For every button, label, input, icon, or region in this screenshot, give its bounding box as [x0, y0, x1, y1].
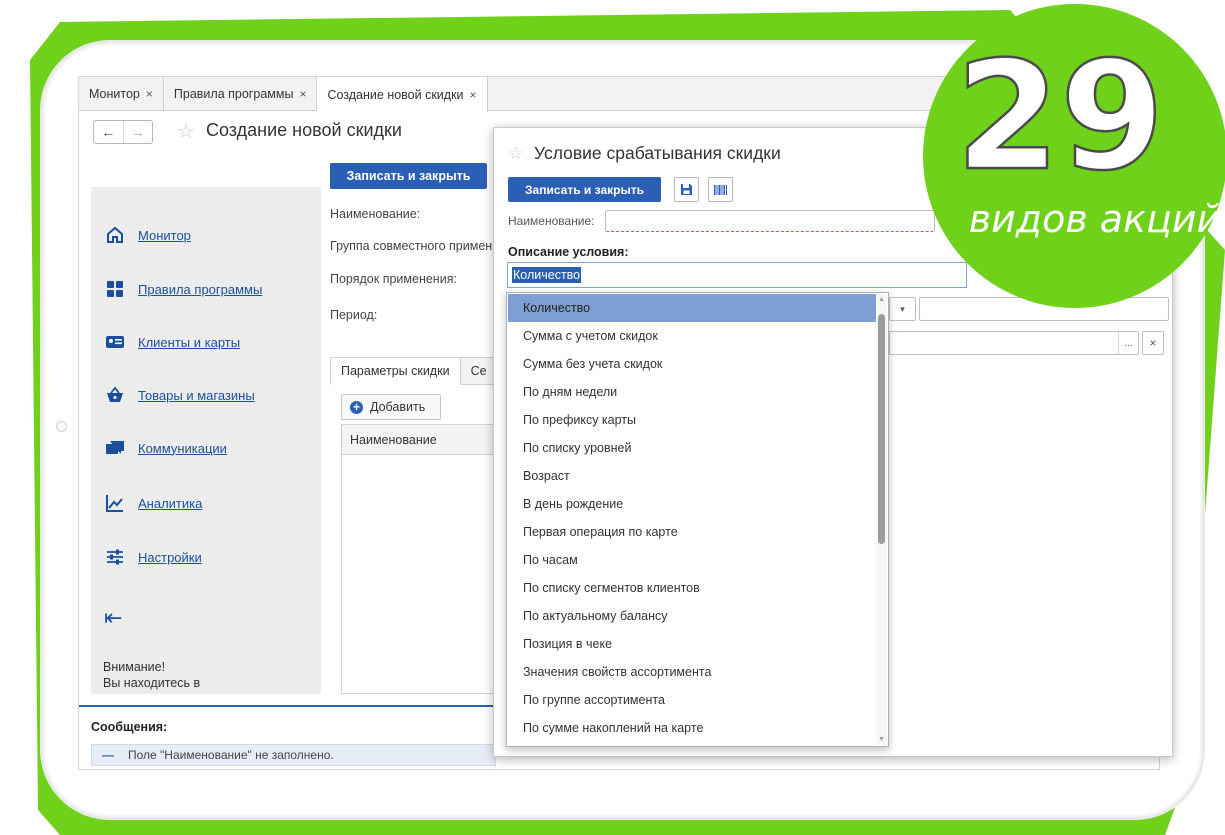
- list-item[interactable]: По группе ассортимента: [508, 686, 877, 714]
- sidebar-item-clients[interactable]: Клиенты и карты: [105, 332, 240, 352]
- badge-caption: видов акций: [969, 197, 1222, 241]
- promo-badge: 29 видов акций: [923, 4, 1225, 308]
- list-item[interactable]: По сумме накоплений на карте: [508, 714, 877, 742]
- condition-combo[interactable]: Количество: [507, 262, 967, 288]
- select-input[interactable]: ...: [889, 331, 1139, 355]
- collapse-sidebar-icon[interactable]: ⇤: [104, 605, 122, 631]
- scroll-down-icon[interactable]: ▼: [877, 736, 886, 743]
- dialog-save-close-button[interactable]: Записать и закрыть: [508, 177, 661, 202]
- dropdown-arrow-button[interactable]: ▾: [889, 297, 916, 321]
- list-item[interactable]: По часам: [508, 546, 877, 574]
- form-tabs: Параметры скидки Се: [330, 357, 498, 385]
- grid-icon: [107, 281, 123, 297]
- list-item[interactable]: В день рождение: [508, 490, 877, 518]
- dialog-name-label: Наименование:: [508, 214, 595, 228]
- field-label-period: Период:: [330, 308, 378, 322]
- sidebar-item-monitor[interactable]: Монитор: [105, 225, 191, 245]
- list-item[interactable]: Сумма без учета скидок: [508, 350, 877, 378]
- ellipsis-button[interactable]: ...: [1118, 332, 1138, 354]
- conditions-table: Наименование: [341, 424, 501, 694]
- dash-icon: —: [102, 748, 114, 762]
- close-icon[interactable]: ×: [299, 87, 306, 101]
- scrollbar-thumb[interactable]: [878, 314, 885, 544]
- field-label-order: Порядок применения:: [330, 272, 457, 286]
- sidebar-item-settings[interactable]: Настройки: [105, 547, 202, 567]
- warning-text: Внимание! Вы находитесь в: [103, 660, 201, 690]
- dialog-name-input[interactable]: [605, 210, 935, 232]
- plus-icon: +: [350, 400, 363, 414]
- badge-number: 29: [956, 30, 1165, 204]
- list-item[interactable]: Возраст: [508, 462, 877, 490]
- messages-title: Сообщения:: [91, 720, 168, 734]
- list-item[interactable]: Первая операция по карте: [508, 518, 877, 546]
- scroll-up-icon[interactable]: ▲: [877, 296, 886, 303]
- back-arrow-icon[interactable]: ←: [94, 121, 123, 143]
- star-icon[interactable]: ☆: [508, 144, 523, 164]
- list-item[interactable]: Сумма с учетом скидок: [508, 322, 877, 350]
- save-icon-button[interactable]: [674, 177, 699, 202]
- forward-arrow-icon[interactable]: →: [122, 121, 153, 143]
- save-close-button[interactable]: Записать и закрыть: [330, 163, 487, 189]
- sidebar-item-program-rules[interactable]: Правила программы: [105, 279, 262, 299]
- tab-discount-params[interactable]: Параметры скидки: [330, 357, 461, 385]
- add-button[interactable]: + Добавить: [341, 394, 441, 420]
- scrollbar[interactable]: ▲ ▼: [876, 294, 887, 745]
- page-title: Создание новой скидки: [206, 120, 402, 140]
- sidebar-item-analytics[interactable]: Аналитика: [105, 493, 202, 513]
- tab-monitor[interactable]: Монитор ×: [79, 77, 164, 111]
- tab-program-rules[interactable]: Правила программы ×: [164, 77, 318, 111]
- barcode-button[interactable]: [708, 177, 733, 202]
- list-item[interactable]: По списку уровней: [508, 434, 877, 462]
- barcode-icon: [714, 184, 727, 195]
- list-item[interactable]: Позиция в чеке: [508, 630, 877, 658]
- list-item[interactable]: Количество: [508, 294, 877, 322]
- tab-segments[interactable]: Се: [460, 357, 498, 385]
- tab-new-discount[interactable]: Создание новой скидки ×: [317, 77, 488, 112]
- sidebar: Монитор Правила программы Клиенты и карт…: [91, 187, 321, 694]
- home-icon: [107, 226, 123, 243]
- list-item[interactable]: По актуальному балансу: [508, 602, 877, 630]
- chart-icon: [106, 495, 123, 512]
- basket-icon: [107, 386, 123, 402]
- chat-icon: [106, 441, 124, 454]
- description-label: Описание условия:: [508, 245, 629, 259]
- sidebar-item-goods[interactable]: Товары и магазины: [105, 385, 255, 405]
- list-item[interactable]: По дням недели: [508, 378, 877, 406]
- close-icon[interactable]: ×: [146, 87, 153, 101]
- message-row[interactable]: — Поле "Наименование" не заполнено.: [91, 744, 496, 766]
- sidebar-item-communications[interactable]: Коммуникации: [105, 438, 227, 458]
- field-label-group: Группа совместного примен: [330, 239, 493, 253]
- column-header-name[interactable]: Наименование: [342, 425, 500, 455]
- star-icon[interactable]: ☆: [177, 119, 195, 144]
- dialog-title: Условие срабатывания скидки: [534, 143, 781, 163]
- close-icon[interactable]: ×: [470, 88, 477, 102]
- nav-buttons: ← →: [93, 120, 153, 144]
- camera-dot: [56, 421, 67, 432]
- list-item[interactable]: По префиксу карты: [508, 406, 877, 434]
- floppy-disk-icon: [681, 184, 692, 195]
- sliders-icon: [107, 549, 123, 565]
- clear-button[interactable]: ×: [1142, 331, 1164, 355]
- condition-dropdown-list: Количество Сумма с учетом скидок Сумма б…: [506, 292, 889, 747]
- list-item[interactable]: Значения свойств ассортимента: [508, 658, 877, 686]
- id-card-icon: [106, 336, 124, 348]
- list-item[interactable]: По списку сегментов клиентов: [508, 574, 877, 602]
- field-label-name: Наименование:: [330, 207, 421, 221]
